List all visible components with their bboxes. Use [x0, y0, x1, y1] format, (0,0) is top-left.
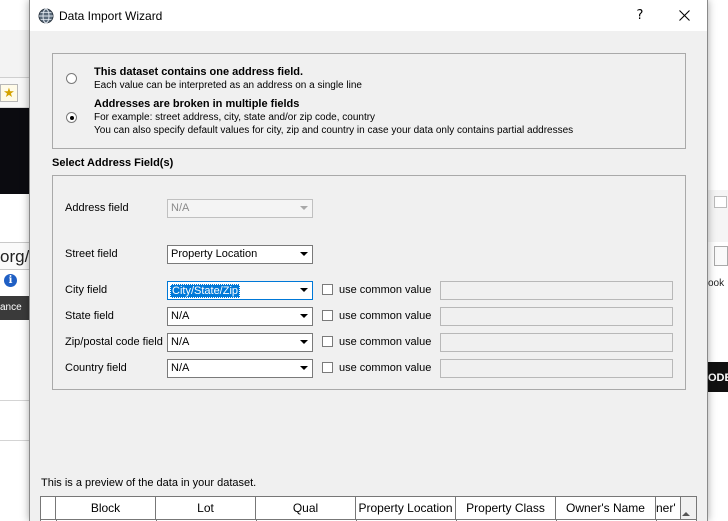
city-common-checkbox[interactable] [322, 284, 333, 295]
background-menu-bar: ance [0, 296, 29, 320]
grid-header-divider [41, 519, 696, 520]
zip-common-checkbox[interactable] [322, 336, 333, 347]
background-window-left: ★ org/ i ance [0, 0, 29, 521]
background-content [708, 30, 728, 190]
country-common-label[interactable]: use common value [339, 362, 431, 374]
preview-grid[interactable]: Block Lot Qual Property Location Propert… [40, 496, 697, 521]
state-common-checkbox[interactable] [322, 310, 333, 321]
multiple-fields-radio[interactable] [66, 112, 77, 123]
multiple-fields-title[interactable]: Addresses are broken in multiple fields [94, 98, 299, 110]
column-header-owners-name[interactable]: Owner's Name [556, 497, 656, 519]
background-titlebar [0, 0, 29, 30]
city-common-input[interactable] [440, 281, 673, 300]
column-header-qual[interactable]: Qual [256, 497, 356, 519]
divider [0, 400, 29, 401]
column-header-lot[interactable]: Lot [156, 497, 256, 519]
zip-field-select[interactable]: N/A [167, 333, 313, 352]
row-header-corner [41, 497, 56, 519]
multiple-fields-example: For example: street address, city, state… [94, 112, 376, 123]
chevron-down-icon [296, 282, 312, 299]
country-field-label: Country field [65, 362, 127, 374]
city-field-value: City/State/Zip [170, 284, 241, 298]
address-mode-panel: This dataset contains one address field.… [52, 53, 686, 149]
chevron-down-icon [296, 334, 312, 351]
close-icon [678, 10, 690, 21]
star-icon[interactable]: ★ [0, 84, 18, 102]
chevron-down-icon [296, 360, 312, 377]
address-field-label: Address field [65, 202, 129, 214]
background-text: ook [708, 278, 725, 289]
help-button[interactable]: ? [617, 0, 663, 31]
section-title: Select Address Field(s) [52, 157, 174, 169]
title-bar[interactable]: Data Import Wizard ? [30, 0, 707, 31]
background-url-bar[interactable]: org/ [0, 242, 29, 270]
single-address-description: Each value can be interpreted as an addr… [94, 80, 362, 91]
close-button[interactable] [661, 0, 707, 31]
preview-label: This is a preview of the data in your da… [41, 477, 257, 489]
background-url-text: org/ [0, 247, 30, 266]
window-title: Data Import Wizard [59, 9, 163, 23]
zip-field-value: N/A [171, 336, 190, 348]
divider [0, 440, 29, 441]
city-common-label[interactable]: use common value [339, 284, 431, 296]
column-header-truncated[interactable]: ner' [656, 497, 681, 519]
street-field-value: Property Location [171, 248, 258, 260]
zip-field-label: Zip/postal code field [65, 336, 163, 348]
address-fields-panel: Address field N/A Street field Property … [52, 175, 686, 390]
background-button[interactable] [714, 196, 727, 208]
column-header-block[interactable]: Block [56, 497, 156, 519]
address-field-value: N/A [171, 202, 190, 214]
street-field-label: Street field [65, 248, 118, 260]
state-common-label[interactable]: use common value [339, 310, 431, 322]
column-header-property-class[interactable]: Property Class [456, 497, 556, 519]
chevron-down-icon [296, 246, 312, 263]
single-address-title[interactable]: This dataset contains one address field. [94, 66, 303, 78]
background-toolbar [0, 30, 29, 78]
state-field-label: State field [65, 310, 114, 322]
state-common-input[interactable] [440, 307, 673, 326]
multiple-fields-note: You can also specify default values for … [94, 125, 574, 136]
background-content [0, 194, 29, 242]
single-address-radio[interactable] [66, 73, 77, 84]
address-field-select[interactable]: N/A [167, 199, 313, 218]
background-dark-banner [0, 108, 29, 194]
data-import-wizard-dialog: Data Import Wizard ? This dataset contai… [29, 0, 708, 521]
country-field-select[interactable]: N/A [167, 359, 313, 378]
globe-icon [38, 8, 54, 24]
city-field-select[interactable]: City/State/Zip [167, 281, 313, 300]
city-field-label: City field [65, 284, 108, 296]
country-common-input[interactable] [440, 359, 673, 378]
zip-common-input[interactable] [440, 333, 673, 352]
state-field-select[interactable]: N/A [167, 307, 313, 326]
scroll-up-arrow-icon[interactable] [682, 510, 690, 518]
zip-common-label[interactable]: use common value [339, 336, 431, 348]
background-window-right: ook ODE [708, 0, 728, 521]
country-field-value: N/A [171, 362, 190, 374]
chevron-down-icon [296, 200, 312, 217]
background-button[interactable] [714, 246, 728, 266]
background-page [0, 320, 29, 521]
background-text: ODE [708, 372, 728, 384]
background-menu-text[interactable]: ance [0, 302, 22, 313]
street-field-select[interactable]: Property Location [167, 245, 313, 264]
preview-grid-header: Block Lot Qual Property Location Propert… [41, 497, 696, 519]
column-header-property-location[interactable]: Property Location [356, 497, 456, 519]
info-icon[interactable]: i [4, 274, 17, 287]
country-common-checkbox[interactable] [322, 362, 333, 373]
chevron-down-icon [296, 308, 312, 325]
state-field-value: N/A [171, 310, 190, 322]
